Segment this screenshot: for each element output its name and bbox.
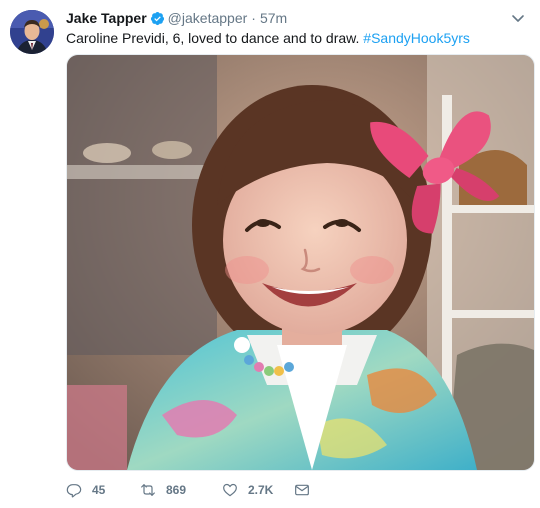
like-count: 2.7K: [248, 483, 274, 497]
tweet-actions: 45 869 2.7K: [66, 482, 320, 498]
like-button[interactable]: 2.7K: [222, 482, 294, 498]
reply-count: 45: [92, 483, 106, 497]
tweet-card[interactable]: Jake Tapper @jaketapper · 57m Caroline P…: [0, 0, 540, 508]
reply-icon: [66, 484, 82, 498]
chevron-down-icon[interactable]: [510, 10, 526, 26]
reply-button[interactable]: 45: [66, 482, 140, 498]
avatar-image: [10, 10, 54, 54]
photo-image: [67, 55, 534, 470]
separator-dot: ·: [251, 10, 256, 26]
verified-badge-icon: [150, 11, 164, 25]
retweet-icon: [141, 484, 155, 496]
avatar[interactable]: [10, 10, 54, 54]
envelope-icon: [295, 484, 309, 496]
author-name[interactable]: Jake Tapper: [66, 9, 147, 27]
tweet-timestamp[interactable]: 57m: [260, 9, 287, 27]
retweet-button[interactable]: 869: [140, 482, 222, 498]
tweet-body: Caroline Previdi, 6, loved to dance and …: [66, 30, 360, 46]
tweet-header: Jake Tapper @jaketapper · 57m: [66, 9, 287, 27]
retweet-count: 869: [166, 483, 187, 497]
heart-icon: [223, 483, 237, 497]
author-handle[interactable]: @jaketapper: [168, 9, 248, 27]
tweet-text: Caroline Previdi, 6, loved to dance and …: [66, 28, 526, 48]
direct-message-button[interactable]: [294, 482, 320, 498]
tweet-photo[interactable]: [66, 54, 535, 471]
hashtag-link[interactable]: #SandyHook5yrs: [363, 30, 470, 46]
